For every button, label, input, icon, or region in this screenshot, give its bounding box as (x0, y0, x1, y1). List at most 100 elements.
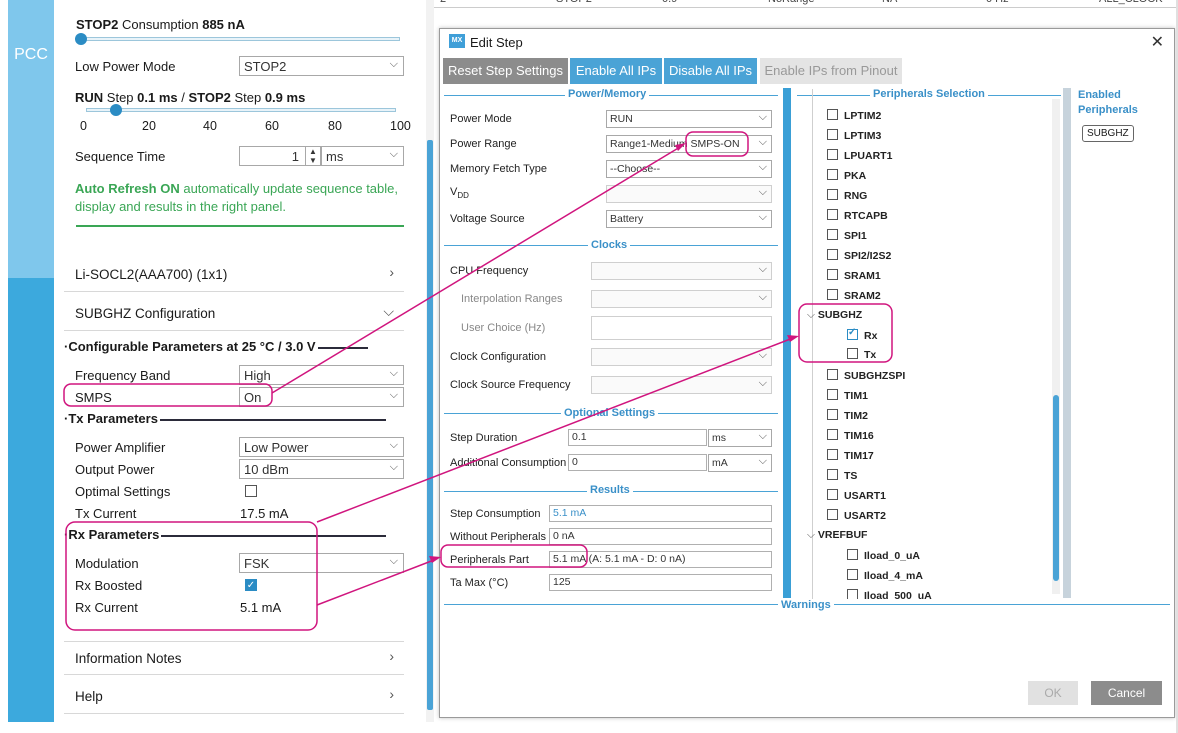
peripheral-item[interactable]: Iload_4_mA (847, 569, 923, 582)
peripheral-checkbox[interactable] (827, 169, 838, 180)
peripheral-item[interactable]: SPI2/I2S2 (827, 249, 891, 262)
help-section[interactable]: Help › (64, 680, 404, 714)
power-mode-select[interactable]: RUN ⌵ (606, 110, 772, 128)
peripheral-checkbox[interactable] (827, 289, 838, 300)
step-ratio-slider[interactable] (86, 108, 396, 112)
subghz-configuration-section[interactable]: SUBGHZ Configuration ⌵ (64, 297, 404, 331)
modulation-select[interactable]: FSK ⌵ (239, 553, 404, 573)
peripheral-checkbox[interactable] (827, 249, 838, 260)
peripheral-checkbox[interactable] (847, 589, 858, 599)
peripheral-checkbox[interactable] (827, 409, 838, 420)
peripheral-checkbox[interactable] (827, 129, 838, 140)
peripheral-item[interactable]: LPUART1 (827, 149, 892, 162)
peripheral-checkbox[interactable] (827, 509, 838, 520)
optimal-settings-checkbox[interactable] (245, 485, 257, 497)
scrollbar-thumb[interactable] (1053, 395, 1059, 581)
voltage-source-select[interactable]: Battery ⌵ (606, 210, 772, 228)
peripheral-item[interactable]: LPTIM3 (827, 129, 881, 142)
peripherals-scrollbar[interactable] (1052, 99, 1060, 594)
clock-configuration-select[interactable]: ⌵ (591, 348, 772, 366)
peripheral-checkbox[interactable] (847, 569, 858, 580)
peripheral-checkbox[interactable] (827, 369, 838, 380)
peripheral-item[interactable]: SUBGHZSPI (827, 369, 905, 382)
memory-fetch-type-select[interactable]: --Choose-- ⌵ (606, 160, 772, 178)
peripheral-checkbox[interactable] (847, 348, 858, 359)
spin-up-icon[interactable]: ▲ (309, 147, 317, 156)
vdd-select[interactable]: ⌵ (606, 185, 772, 203)
peripheral-item-tx[interactable]: Tx (847, 348, 876, 361)
cancel-button[interactable]: Cancel (1091, 681, 1162, 705)
peripheral-item[interactable]: TIM17 (827, 449, 874, 462)
close-icon[interactable]: ✕ (1151, 32, 1164, 52)
cpu-frequency-select[interactable]: ⌵ (591, 262, 772, 280)
peripheral-item[interactable]: USART2 (827, 509, 886, 522)
additional-consumption-input[interactable]: 0 (568, 454, 707, 471)
peripheral-item[interactable]: PKA (827, 169, 866, 182)
peripheral-item[interactable]: TS (827, 469, 857, 482)
peripheral-checkbox[interactable] (827, 389, 838, 400)
frequency-band-select[interactable]: High ⌵ (239, 365, 404, 385)
peripheral-checkbox[interactable] (827, 189, 838, 200)
peripheral-checkbox[interactable] (827, 229, 838, 240)
peripheral-checkbox[interactable] (827, 449, 838, 460)
reset-step-settings-button[interactable]: Reset Step Settings (443, 58, 568, 84)
peripheral-checkbox[interactable] (827, 269, 838, 280)
peripheral-checkbox[interactable] (827, 209, 838, 220)
scrollbar-thumb[interactable] (427, 140, 433, 710)
interpolation-ranges-select[interactable]: ⌵ (591, 290, 772, 308)
dialog-title-bar[interactable]: MX Edit Step ✕ (440, 29, 1174, 55)
tree-expand-icon[interactable]: ⌵ (807, 529, 818, 541)
enable-ips-from-pinout-button[interactable]: Enable IPs from Pinout (760, 58, 902, 84)
peripheral-item[interactable]: TIM16 (827, 429, 874, 442)
peripheral-item[interactable]: TIM1 (827, 389, 868, 402)
peripheral-group-vrefbuf[interactable]: ⌵ VREFBUF (807, 529, 867, 542)
pcc-tab[interactable]: PCC (8, 46, 54, 64)
peripheral-checkbox[interactable] (827, 149, 838, 160)
ok-button[interactable]: OK (1028, 681, 1078, 705)
peripheral-checkbox[interactable] (827, 109, 838, 120)
peripheral-checkbox[interactable] (827, 489, 838, 500)
peripheral-checkbox[interactable] (847, 549, 858, 560)
spin-down-icon[interactable]: ▼ (309, 156, 317, 165)
consumption-slider[interactable] (80, 37, 400, 41)
smps-select[interactable]: On ⌵ (239, 387, 404, 407)
peripheral-checkbox[interactable] (847, 327, 858, 340)
peripheral-item[interactable]: Iload_0_uA (847, 549, 920, 562)
output-power-select[interactable]: 10 dBm ⌵ (239, 459, 404, 479)
peripheral-checkbox[interactable] (827, 429, 838, 440)
peripheral-item[interactable]: TIM2 (827, 409, 868, 422)
information-notes-section[interactable]: Information Notes › (64, 641, 404, 675)
sequence-time-spinner[interactable]: ▲ ▼ (305, 146, 321, 166)
left-panel-scrollbar[interactable] (426, 0, 434, 722)
power-range-select[interactable]: Range1-Medium SMPS-ON ⌵ (606, 135, 772, 153)
peripheral-item[interactable]: RTCAPB (827, 209, 888, 222)
peripheral-item-rx[interactable]: Rx (847, 327, 877, 342)
peripheral-group-subghz[interactable]: ⌵ SUBGHZ (807, 309, 862, 322)
additional-consumption-unit-select[interactable]: mA ⌵ (708, 454, 772, 472)
peripheral-item[interactable]: RNG (827, 189, 867, 202)
sequence-time-input[interactable]: 1 (239, 146, 306, 166)
sequence-time-unit-select[interactable]: ms ⌵ (321, 146, 404, 166)
rx-boosted-checkbox[interactable]: ✓ (245, 579, 257, 591)
peripheral-item[interactable]: USART1 (827, 489, 886, 502)
peripheral-item[interactable]: SPI1 (827, 229, 867, 242)
battery-section[interactable]: Li-SOCL2(AAA700) (1x1) › (64, 258, 404, 292)
peripheral-item[interactable]: SRAM2 (827, 289, 881, 302)
power-amplifier-select[interactable]: Low Power ⌵ (239, 437, 404, 457)
step-duration-input[interactable]: 0.1 (568, 429, 707, 446)
peripheral-item[interactable]: LPTIM2 (827, 109, 881, 122)
peripheral-item[interactable]: SRAM1 (827, 269, 881, 282)
disable-all-ips-button[interactable]: Disable All IPs (664, 58, 757, 84)
peripheral-checkbox[interactable] (827, 469, 838, 480)
tree-expand-icon[interactable]: ⌵ (807, 309, 818, 321)
dialog-splitter[interactable] (783, 88, 791, 598)
step-duration-unit-select[interactable]: ms ⌵ (708, 429, 772, 447)
step-ratio-slider-thumb[interactable] (110, 104, 122, 116)
peripheral-item[interactable]: Iload_500_uA (847, 589, 932, 599)
enable-all-ips-button[interactable]: Enable All IPs (570, 58, 662, 84)
clock-source-frequency-select[interactable]: ⌵ (591, 376, 772, 394)
consumption-slider-thumb[interactable] (75, 33, 87, 45)
low-power-mode-select[interactable]: STOP2 ⌵ (239, 56, 404, 76)
enabled-peripheral-tag[interactable]: SUBGHZ (1082, 125, 1134, 142)
user-choice-input[interactable] (591, 316, 772, 340)
